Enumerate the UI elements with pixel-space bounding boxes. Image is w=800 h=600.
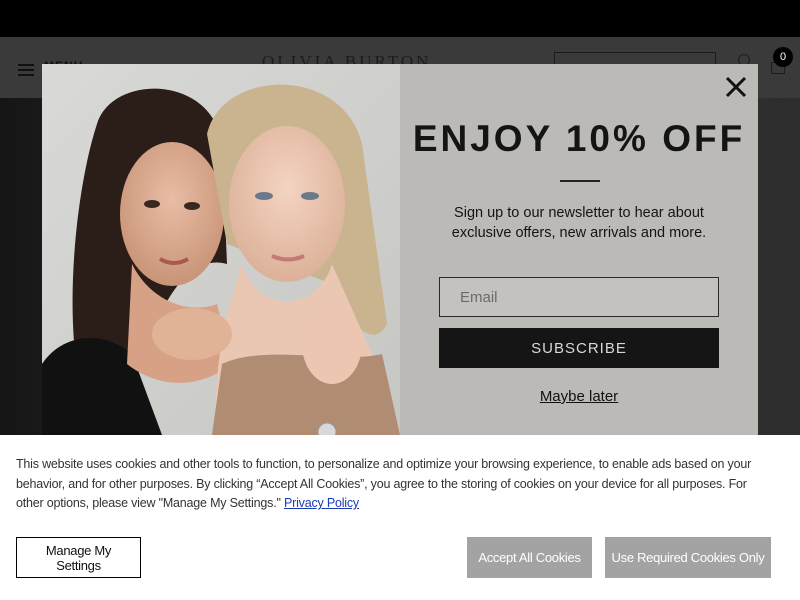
manage-settings-button[interactable]: Manage My Settings xyxy=(16,537,141,578)
close-icon[interactable] xyxy=(723,74,749,100)
maybe-later-link[interactable]: Maybe later xyxy=(400,388,758,405)
accept-all-cookies-button[interactable]: Accept All Cookies xyxy=(467,537,592,578)
cookie-notice-text: This website uses cookies and other tool… xyxy=(16,455,756,514)
required-cookies-only-button[interactable]: Use Required Cookies Only xyxy=(605,537,771,578)
models-photo xyxy=(42,64,400,435)
title-divider xyxy=(560,180,600,182)
newsletter-modal: ENJOY 10% OFF Sign up to our newsletter … xyxy=(42,64,758,435)
modal-title: ENJOY 10% OFF xyxy=(412,118,746,159)
cookie-banner: This website uses cookies and other tool… xyxy=(0,435,800,600)
top-announcement-bar xyxy=(0,0,800,37)
privacy-policy-link[interactable]: Privacy Policy xyxy=(284,496,359,510)
hamburger-menu-icon[interactable] xyxy=(18,64,34,76)
cookie-notice-body: This website uses cookies and other tool… xyxy=(16,457,752,510)
email-field[interactable] xyxy=(439,277,719,317)
subscribe-button[interactable]: SUBSCRIBE xyxy=(439,328,719,368)
cart-count-badge: 0 xyxy=(773,47,793,67)
modal-description: Sign up to our newsletter to hear about … xyxy=(451,205,707,241)
